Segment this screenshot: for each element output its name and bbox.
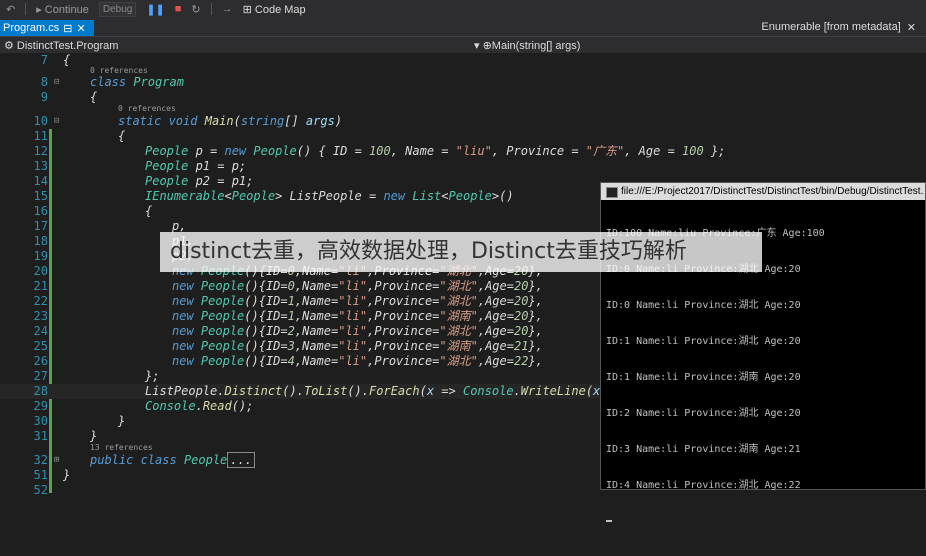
console-window[interactable]: file:///E:/Project2017/DistinctTest/Dist… xyxy=(600,182,926,522)
step-icon[interactable]: → xyxy=(222,3,233,15)
code-line: 11{ xyxy=(0,129,926,144)
metadata-tab[interactable]: Enumerable [from metadata] ✕ xyxy=(761,21,916,34)
line-number: 13 xyxy=(33,159,48,173)
codelens-refs[interactable]: 13 references xyxy=(90,443,153,452)
tab-label: Program.cs xyxy=(3,22,60,34)
line-number: 21 xyxy=(33,279,48,293)
member-label: Main(string[] args) xyxy=(491,40,581,52)
continue-button[interactable]: ▸ Continue xyxy=(36,3,89,16)
console-line: ID:3 Name:li Province:湖南 Age:21 xyxy=(606,444,801,455)
line-number: 18 xyxy=(33,234,48,248)
line-number: 51 xyxy=(33,468,48,482)
console-icon xyxy=(606,187,618,198)
line-number: 10 xyxy=(33,114,48,128)
metadata-tab-label: Enumerable [from metadata] xyxy=(761,21,901,33)
fold-icon[interactable]: ⊟ xyxy=(54,114,59,129)
line-number: 11 xyxy=(33,129,48,143)
console-cursor xyxy=(606,516,920,528)
console-title: file:///E:/Project2017/DistinctTest/Dist… xyxy=(621,186,924,197)
line-number: 52 xyxy=(33,483,48,497)
line-number: 20 xyxy=(33,264,48,278)
debug-toolbar: ↶ ▸ Continue Debug ❚❚ ■ ↻ → ⊞ Code Map xyxy=(0,0,926,18)
line-number: 14 xyxy=(33,174,48,188)
type-label: DistinctTest.Program xyxy=(16,40,119,52)
console-line: ID:1 Name:li Province:湖北 Age:20 xyxy=(606,336,801,347)
toolbar-separator xyxy=(210,3,212,15)
console-line: ID:4 Name:li Province:湖北 Age:22 xyxy=(606,480,801,491)
restart-icon[interactable]: ↻ xyxy=(191,3,200,16)
line-number: 31 xyxy=(33,429,48,443)
config-dropdown[interactable]: Debug xyxy=(98,1,137,17)
line-number: 17 xyxy=(33,219,48,233)
line-number: 30 xyxy=(33,414,48,428)
close-icon[interactable]: ✕ xyxy=(76,22,85,35)
line-number: 15 xyxy=(33,189,48,203)
line-number: 26 xyxy=(33,354,48,368)
code-line: 13 People p1 = p; xyxy=(0,159,926,174)
line-number: 9 xyxy=(40,90,48,104)
continue-label: Continue xyxy=(44,3,89,16)
code-line: 9{ xyxy=(0,90,926,105)
codelens-refs[interactable]: 0 references xyxy=(118,104,176,113)
toolbar-separator xyxy=(25,3,27,15)
line-number: 29 xyxy=(33,399,48,413)
console-line: ID:1 Name:li Province:湖南 Age:20 xyxy=(606,372,801,383)
line-number: 23 xyxy=(33,309,48,323)
navigation-bar: ⚙ DistinctTest.Program ▾ ⊕Main(string[] … xyxy=(0,36,926,54)
line-number: 27 xyxy=(33,369,48,383)
watermark-banner: distinct去重，高效数据处理，Distinct去重技巧解析 xyxy=(160,232,762,272)
fold-icon[interactable]: ⊞ xyxy=(54,453,59,468)
code-line: 10 ⊟ static void Main(string[] args) xyxy=(0,114,926,129)
tab-bar: Program.cs ⊟ ✕ Enumerable [from metadata… xyxy=(0,18,926,36)
fold-icon[interactable]: ⊟ xyxy=(54,75,59,90)
codemap-label: Code Map xyxy=(254,3,306,16)
line-number: 28 xyxy=(33,384,48,398)
close-icon[interactable]: ✕ xyxy=(907,21,916,34)
codelens-refs[interactable]: 0 references xyxy=(90,66,148,75)
pause-icon[interactable]: ❚❚ xyxy=(146,3,164,16)
tab-program-cs[interactable]: Program.cs ⊟ ✕ xyxy=(0,20,94,36)
console-line: ID:2 Name:li Province:湖北 Age:20 xyxy=(606,408,801,419)
back-icon[interactable]: ↶ xyxy=(6,3,15,16)
console-line: ID:0 Name:li Province:湖北 Age:20 xyxy=(606,300,801,311)
line-number: 8 xyxy=(40,75,48,89)
codemap-button[interactable]: ⊞ Code Map xyxy=(243,3,306,16)
line-number: 7 xyxy=(40,53,48,67)
type-dropdown[interactable]: ⚙ DistinctTest.Program xyxy=(4,39,118,52)
line-number: 19 xyxy=(33,249,48,263)
line-number: 25 xyxy=(33,339,48,353)
pin-icon[interactable]: ⊟ xyxy=(63,22,72,35)
line-number: 24 xyxy=(33,324,48,338)
code-line: 12 People p = new People() { ID = 100, Na… xyxy=(0,144,926,159)
line-number: 16 xyxy=(33,204,48,218)
member-dropdown[interactable]: ▾ ⊕Main(string[] args) xyxy=(474,39,580,52)
line-number: 22 xyxy=(33,294,48,308)
code-line: 8 ⊟ class Program xyxy=(0,75,926,90)
console-title-bar[interactable]: file:///E:/Project2017/DistinctTest/Dist… xyxy=(601,183,925,200)
stop-icon[interactable]: ■ xyxy=(175,3,182,15)
line-number: 32 xyxy=(33,453,48,467)
line-number: 12 xyxy=(33,144,48,158)
